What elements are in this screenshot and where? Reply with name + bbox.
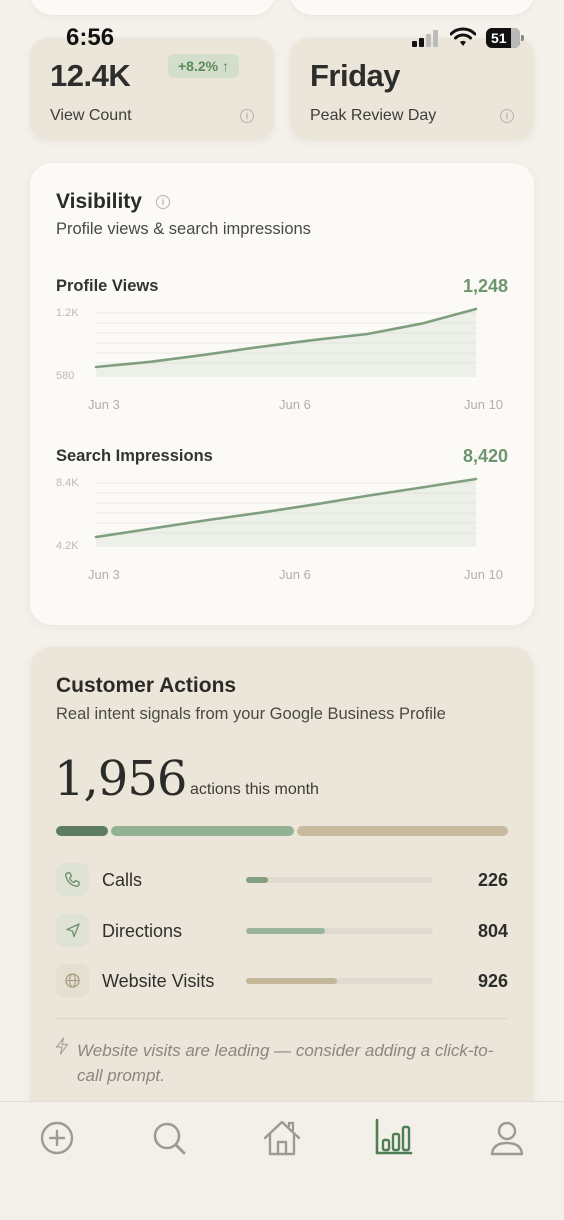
- action-count: 926: [477, 971, 508, 991]
- website-visits-segment: [296, 826, 508, 836]
- calls-segment: [56, 826, 108, 836]
- tab-bar: [0, 1101, 564, 1220]
- action-row-website-visits[interactable]: Website Visits 926: [56, 964, 508, 998]
- action-progress-track: [246, 928, 433, 934]
- tab-insights[interactable]: [374, 1118, 414, 1158]
- profile-views-y-min: 580: [56, 370, 75, 382]
- info-icon[interactable]: i: [156, 195, 170, 209]
- status-time: 6:56: [66, 24, 115, 51]
- plus-circle-icon: [40, 1121, 74, 1155]
- search-impressions-label: Search Impressions: [56, 447, 213, 465]
- total-actions-value: 1,956: [54, 751, 187, 807]
- search-impressions-x-label: Jun 6: [279, 567, 311, 582]
- action-row-directions[interactable]: Directions 804: [56, 914, 508, 948]
- bar-chart-icon: [375, 1118, 413, 1155]
- action-count: 226: [477, 870, 508, 890]
- action-progress-track: [246, 978, 433, 984]
- profile-views-chart: [94, 307, 478, 377]
- view-count-change-badge: +8.2% ↑: [168, 54, 239, 78]
- directions-segment: [110, 826, 294, 836]
- battery-icon: 51: [486, 28, 524, 48]
- action-label: Directions: [102, 921, 183, 941]
- total-actions-caption: actions this month: [190, 781, 319, 798]
- phone-icon: [56, 863, 89, 896]
- search-impressions-value: 8,420: [462, 446, 508, 466]
- profile-views-label: Profile Views: [56, 277, 159, 295]
- action-count: 804: [477, 921, 508, 941]
- profile-views-value: 1,248: [462, 276, 508, 296]
- action-progress-fill: [246, 877, 269, 883]
- peak-day-value: Friday: [310, 58, 401, 93]
- status-bar: 6:56 51: [0, 0, 564, 56]
- action-progress-fill: [246, 928, 325, 934]
- customer-actions-card: Customer Actions Real intent signals fro…: [30, 647, 534, 1120]
- lightning-icon: [55, 1037, 69, 1055]
- actions-breakdown-bar: [56, 826, 508, 836]
- action-label: Website Visits: [102, 971, 215, 991]
- peak-day-label: Peak Review Day: [310, 107, 437, 124]
- tab-search[interactable]: [149, 1118, 189, 1158]
- search-impressions-y-min: 4.2K: [56, 540, 79, 552]
- visibility-title: Visibility: [56, 190, 142, 213]
- view-count-label: View Count: [50, 107, 132, 124]
- customer-actions-title: Customer Actions: [56, 674, 237, 697]
- search-impressions-x-label: Jun 10: [464, 567, 504, 582]
- action-label: Calls: [102, 870, 143, 890]
- home-icon: [263, 1120, 301, 1156]
- profile-views-x-label: Jun 6: [279, 397, 311, 412]
- customer-actions-subtitle: Real intent signals from your Google Bus…: [56, 705, 446, 723]
- battery-level: 51: [491, 30, 507, 46]
- cellular-signal-icon: [412, 29, 440, 47]
- action-row-calls[interactable]: Calls 226: [56, 863, 508, 897]
- profile-views-x-label: Jun 10: [464, 397, 504, 412]
- profile-icon: [490, 1121, 524, 1156]
- action-progress-track: [246, 877, 433, 883]
- profile-views-y-max: 1.2K: [56, 307, 79, 319]
- navigation-arrow-icon: [56, 914, 89, 947]
- info-icon[interactable]: i: [240, 109, 254, 123]
- tab-profile[interactable]: [487, 1118, 527, 1158]
- visibility-card: Visibility i Profile views & search impr…: [30, 163, 534, 625]
- profile-views-x-label: Jun 3: [88, 397, 120, 412]
- search-impressions-x-label: Jun 3: [88, 567, 120, 582]
- info-icon[interactable]: i: [500, 109, 514, 123]
- view-count-value: 12.4K: [50, 58, 131, 93]
- visibility-subtitle: Profile views & search impressions: [56, 220, 311, 238]
- wifi-icon: [450, 27, 476, 46]
- divider: [56, 1018, 508, 1019]
- action-progress-fill: [246, 978, 337, 984]
- insight-tip: Website visits are leading — consider ad…: [77, 1041, 494, 1085]
- search-icon: [153, 1122, 186, 1155]
- globe-icon: [56, 964, 89, 997]
- search-impressions-y-max: 8.4K: [56, 477, 79, 489]
- tab-home[interactable]: [262, 1118, 302, 1158]
- search-impressions-chart: [94, 477, 478, 547]
- tab-add[interactable]: [37, 1118, 77, 1158]
